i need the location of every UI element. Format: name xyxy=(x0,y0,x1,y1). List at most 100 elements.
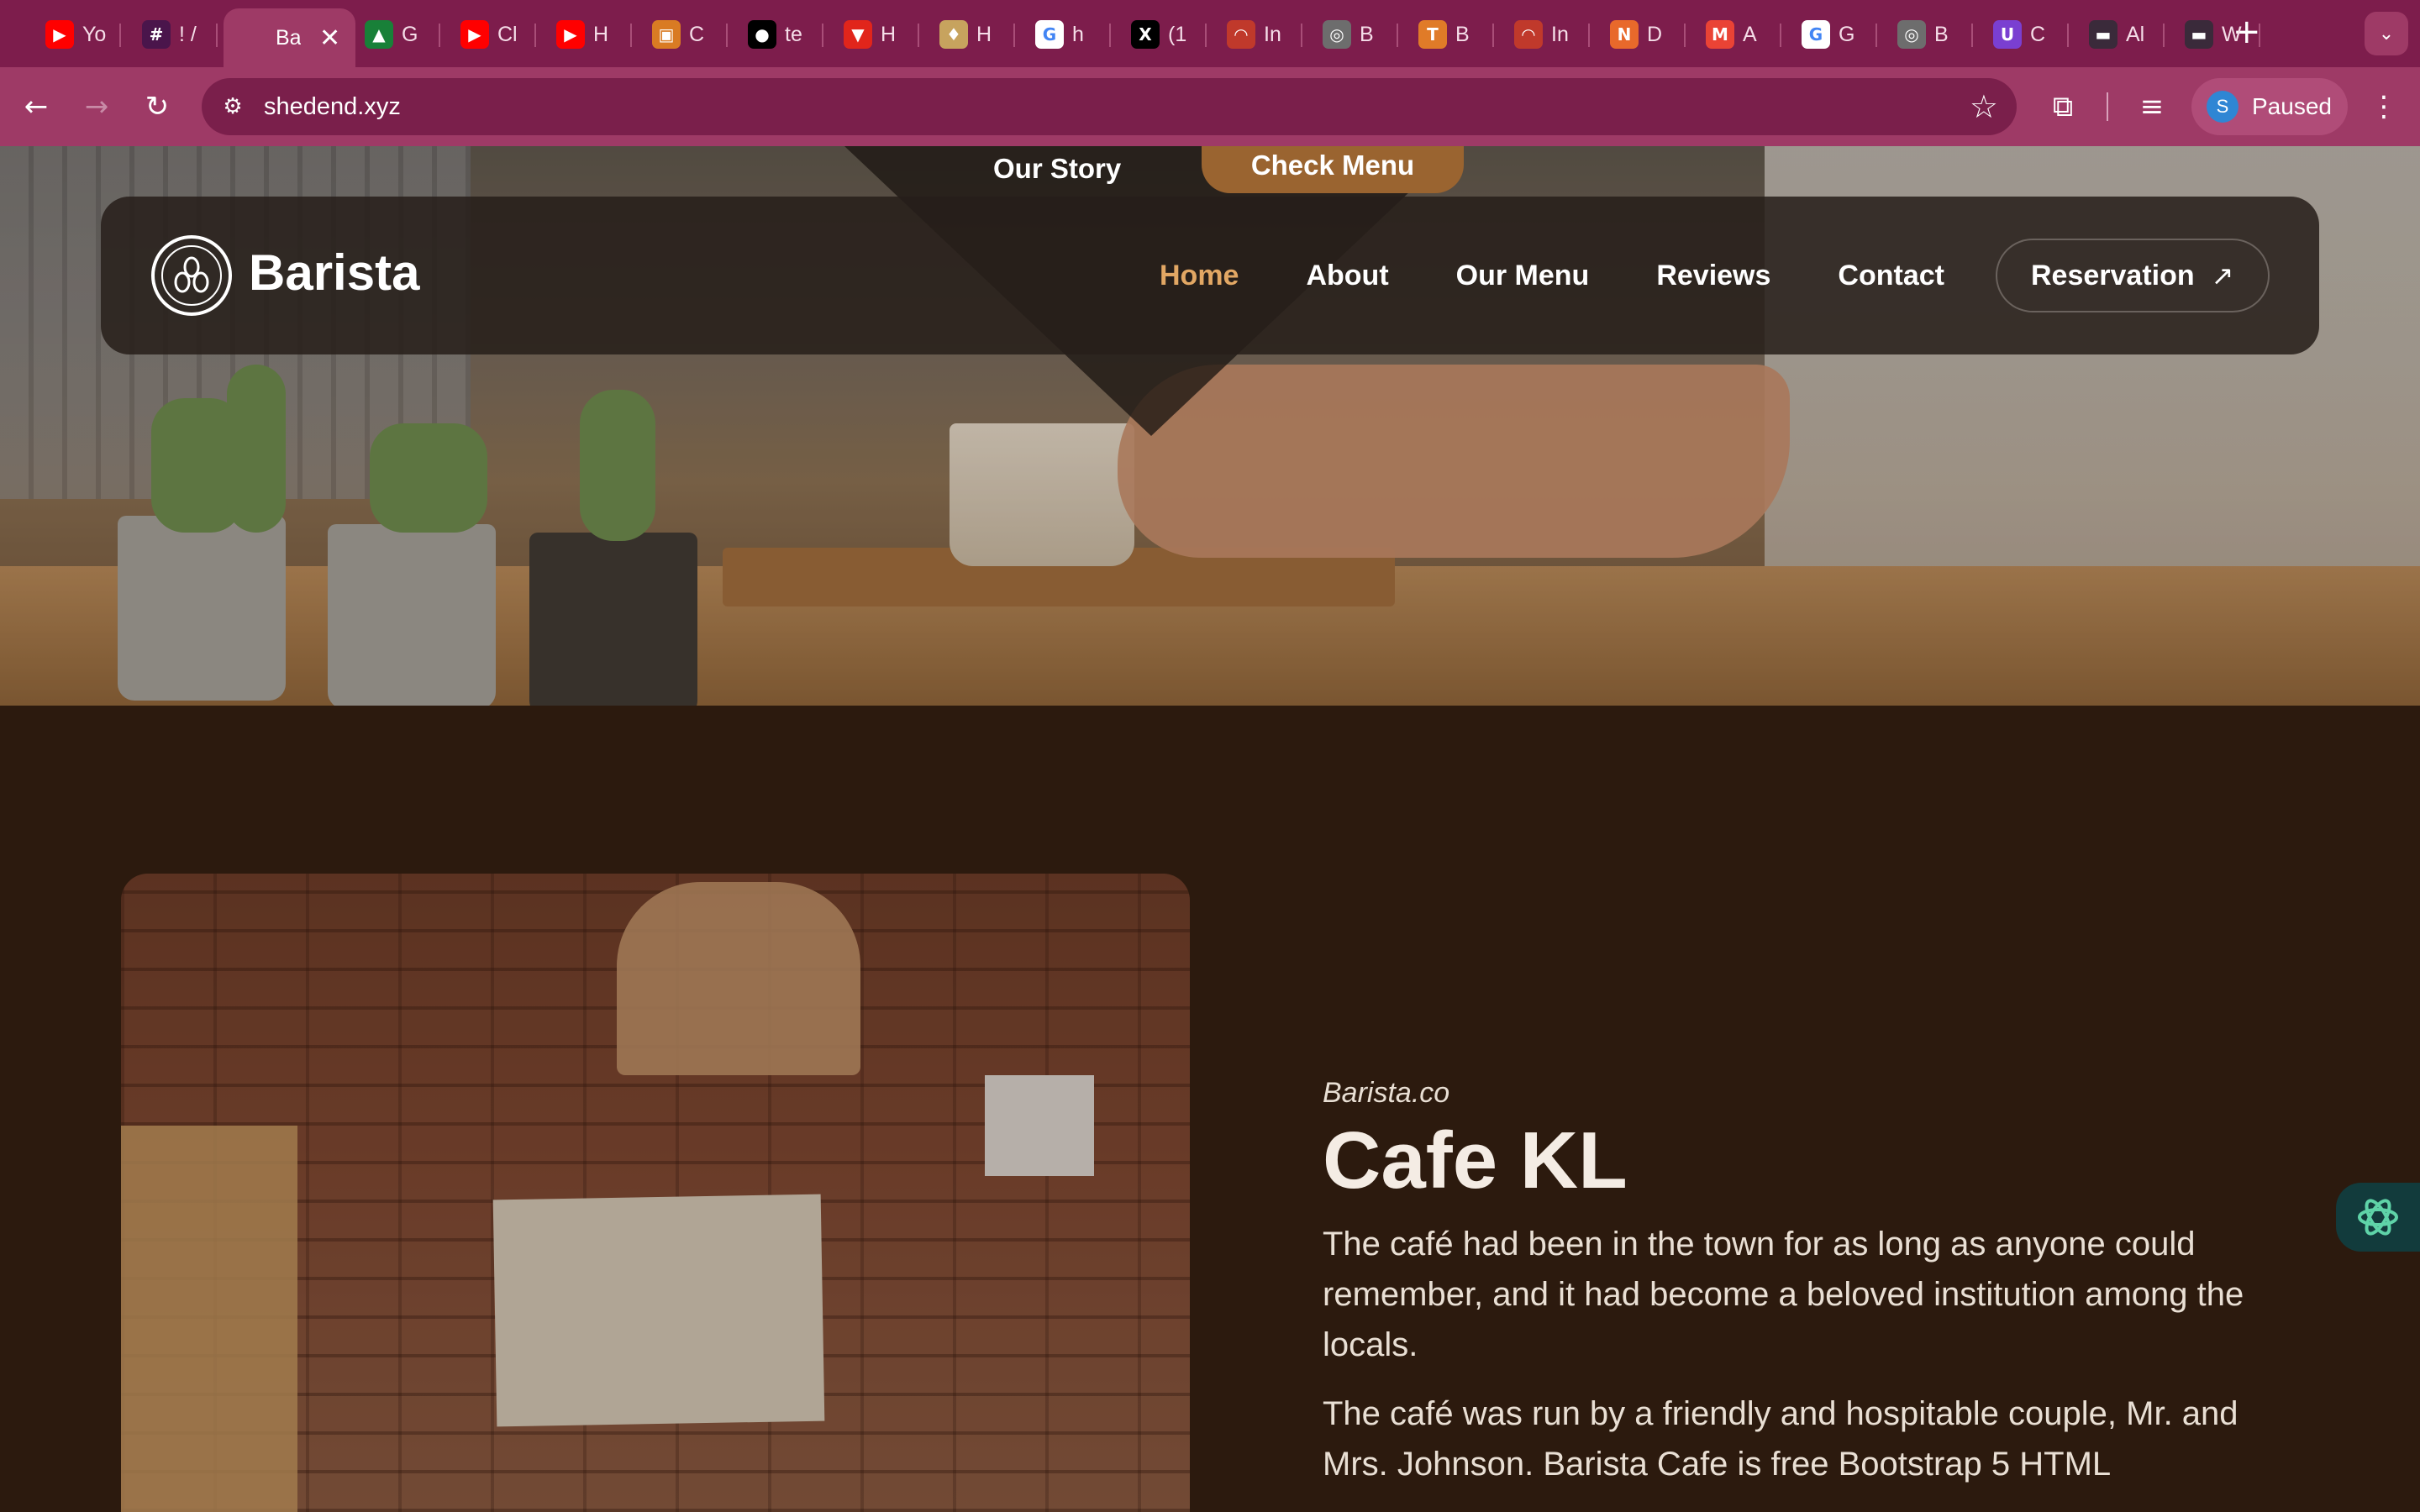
about-paragraph: The café was run by a friendly and hospi… xyxy=(1323,1395,2238,1483)
tab-separator xyxy=(1205,24,1207,47)
tab-strip: + ⌄ ▶ Yo #! / Ba ✕ ▲ G ▶ Cl ▶ H ▣ C ● te ▼ H ♦ H Gh X (1 ◠ In ◎ B… xyxy=(0,0,2420,67)
browser-tab-title: H xyxy=(976,22,992,46)
profile-button[interactable]: S Paused xyxy=(2191,78,2348,135)
browser-tab-title: In xyxy=(1551,22,1569,46)
browser-tab[interactable]: ◠ In xyxy=(1514,7,1590,62)
reservation-label: Reservation xyxy=(2031,259,2195,291)
browser-tab-title: B xyxy=(1934,22,1949,46)
browser-tab[interactable]: ▼ H xyxy=(844,7,919,62)
nav-reviews-link[interactable]: Reviews xyxy=(1656,260,1770,292)
browser-tab[interactable]: MA xyxy=(1706,7,1781,62)
browser-tab[interactable]: ▣ C xyxy=(652,7,728,62)
gauge-icon: ◠ xyxy=(1514,20,1543,49)
tab-separator xyxy=(726,24,728,47)
assistant-extension-icon[interactable] xyxy=(2336,1183,2420,1252)
url-text[interactable]: shedend.xyz xyxy=(264,93,401,121)
tab-separator xyxy=(1013,24,1015,47)
browser-tab-title: G xyxy=(402,22,418,46)
tab-separator xyxy=(439,24,440,47)
tab-separator xyxy=(2067,24,2069,47)
tab-separator xyxy=(1588,24,1590,47)
forward-button[interactable]: → xyxy=(76,86,118,128)
gauge-icon: ◠ xyxy=(1227,20,1255,49)
browser-tab-title: W xyxy=(2222,22,2242,46)
browser-tab-title: Ba xyxy=(276,25,301,50)
slack-icon: # xyxy=(142,20,171,49)
text-icon: T xyxy=(1418,20,1447,49)
browser-tab[interactable]: GG xyxy=(1802,7,1877,62)
browser-tab[interactable]: Gh xyxy=(1035,7,1111,62)
browser-tab-title: (1 xyxy=(1168,22,1187,46)
bookmark-star-icon[interactable]: ☆ xyxy=(1970,88,1998,125)
nav-contact-link[interactable]: Contact xyxy=(1838,260,1944,292)
globe-icon: ◎ xyxy=(1897,20,1926,49)
nav-home-link[interactable]: Home xyxy=(1160,260,1239,292)
browser-tab-title: ! / xyxy=(179,22,197,46)
brand-name[interactable]: Barista xyxy=(249,244,419,302)
browser-tab[interactable]: ◎ B xyxy=(1897,7,1973,62)
close-tab-icon[interactable]: ✕ xyxy=(319,24,340,53)
browser-tab[interactable]: ND xyxy=(1610,7,1686,62)
tab-separator xyxy=(534,24,536,47)
google-icon: G xyxy=(1802,20,1830,49)
tab-separator xyxy=(2259,24,2260,47)
vercel-icon: ▼ xyxy=(844,20,872,49)
site-icon xyxy=(239,24,267,52)
tab-separator xyxy=(1492,24,1494,47)
nav-our-menu-link[interactable]: Our Menu xyxy=(1456,260,1590,292)
about-tagline: Barista.co xyxy=(1323,1077,1450,1109)
browser-tab[interactable]: # ! / xyxy=(142,7,218,62)
gmail-icon: M xyxy=(1706,20,1734,49)
media-control-icon[interactable]: ≡ xyxy=(2131,86,2173,128)
site-navbar: Barista Home About Our Menu Reviews Cont… xyxy=(101,197,2319,354)
browser-tab-title: C xyxy=(2030,22,2046,46)
browser-menu-icon[interactable]: ⋮ xyxy=(2363,86,2405,128)
check-menu-button[interactable]: Check Menu xyxy=(1202,146,1464,193)
browser-tab-title: B xyxy=(1360,22,1374,46)
tab-separator xyxy=(630,24,632,47)
browser-tab[interactable]: ▲ G xyxy=(365,7,440,62)
tab-separator xyxy=(822,24,823,47)
browser-tab-title: B xyxy=(1455,22,1470,46)
tab-separator xyxy=(119,24,121,47)
back-button[interactable]: ← xyxy=(15,86,57,128)
browser-tab-title: Al xyxy=(2126,22,2145,46)
browser-tab[interactable]: ◎ B xyxy=(1323,7,1398,62)
browser-tab[interactable]: ▶ Yo xyxy=(45,7,121,62)
analytics-icon: N xyxy=(1610,20,1639,49)
nav-about-link[interactable]: About xyxy=(1306,260,1388,292)
address-bar[interactable]: ⚙ shedend.xyz ☆ xyxy=(202,78,2017,135)
browser-tab[interactable]: ● te xyxy=(748,7,823,62)
browser-tab[interactable]: ▬ Al xyxy=(2089,7,2165,62)
reload-button[interactable]: ↻ xyxy=(136,86,178,128)
extensions-icon[interactable]: ⧉ xyxy=(2042,86,2084,128)
nav-menu: Home About Our Menu Reviews Contact xyxy=(1160,197,2012,354)
browser-tab-title: C xyxy=(689,22,705,46)
about-section: Barista.co Cafe KL The café had been in … xyxy=(1323,1077,2264,1489)
browser-tab[interactable]: X (1 xyxy=(1131,7,1207,62)
browser-tab[interactable]: ♦ H xyxy=(939,7,1015,62)
windows-icon: ▣ xyxy=(652,20,681,49)
browser-tab[interactable]: ◠ In xyxy=(1227,7,1302,62)
browser-tab[interactable]: Ba ✕ xyxy=(224,8,356,67)
browser-tab-title: G xyxy=(1839,22,1855,46)
youtube-icon: ▶ xyxy=(45,20,74,49)
browser-tab[interactable]: ▶ Cl xyxy=(460,7,536,62)
browser-tab-title: Yo xyxy=(82,22,107,46)
arrow-up-right-icon: ↗ xyxy=(2211,260,2234,291)
tab-separator xyxy=(1109,24,1111,47)
folder-icon: ▬ xyxy=(2185,20,2213,49)
tab-separator xyxy=(918,24,919,47)
browser-tab[interactable]: ▬ W xyxy=(2185,7,2260,62)
browser-tab-title: D xyxy=(1647,22,1663,46)
tab-search-button[interactable]: ⌄ xyxy=(2365,12,2408,55)
our-story-link[interactable]: Our Story xyxy=(993,153,1121,185)
site-info-icon[interactable]: ⚙ xyxy=(218,92,247,121)
reservation-button[interactable]: Reservation ↗ xyxy=(1996,239,2270,312)
browser-tab-title: A xyxy=(1743,22,1757,46)
browser-tab[interactable]: ▶ H xyxy=(556,7,632,62)
coffee-beans-logo-icon[interactable] xyxy=(151,235,232,316)
github-icon: ● xyxy=(748,20,776,49)
browser-tab[interactable]: UC xyxy=(1993,7,2069,62)
browser-tab[interactable]: TB xyxy=(1418,7,1494,62)
